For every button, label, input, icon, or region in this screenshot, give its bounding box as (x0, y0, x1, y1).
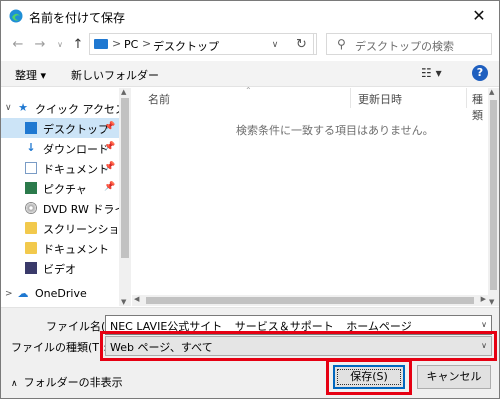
sidebar-scrollbar[interactable]: ▲ ▼ (119, 88, 131, 306)
column-divider[interactable] (350, 88, 351, 108)
sort-arrow-icon: ⌃ (245, 86, 252, 95)
edge-browser-icon (9, 9, 23, 23)
download-icon: ↓ (26, 141, 36, 154)
scroll-left-icon[interactable]: ◀ (134, 295, 139, 303)
cancel-button[interactable]: キャンセル (417, 365, 491, 389)
address-dropdown-icon[interactable]: ∨ (266, 36, 284, 54)
recent-locations-chevron-icon[interactable]: ∨ (51, 35, 69, 53)
expand-chevron-icon[interactable]: ∨ (5, 103, 12, 113)
sidebar-item-dvd-drive[interactable]: DVD RW ドライブ ( (1, 198, 119, 218)
scrollbar-thumb[interactable] (121, 98, 129, 258)
sidebar-item-onedrive[interactable]: > ☁ OneDrive (1, 284, 119, 304)
column-divider[interactable] (466, 88, 467, 108)
sidebar-item-label: ピクチャ (43, 183, 87, 196)
sidebar-item-label: ドキュメント (43, 163, 109, 176)
file-list: ⌃ 名前 更新日時 種類 検索条件に一致する項目はありません。 (132, 86, 488, 306)
pin-icon: 📌 (104, 182, 116, 192)
address-bar[interactable]: > PC > デスクトップ ∨ (89, 33, 317, 55)
sidebar-item-label: OneDrive (35, 287, 87, 300)
breadcrumb-separator: > (142, 37, 152, 50)
highlight-box-filetype (100, 331, 497, 361)
expand-chevron-icon[interactable]: > (5, 289, 13, 299)
sidebar-item-desktop[interactable]: デスクトップ 📌 (1, 118, 119, 138)
up-arrow-icon[interactable]: ↑ (69, 35, 87, 53)
command-bar: 整理 ▾ 新しいフォルダー ☷ ▾ ? (1, 61, 499, 87)
pc-icon (94, 39, 108, 49)
breadcrumb-pc[interactable]: PC (124, 38, 138, 51)
title-bar: 名前を付けて保存 ✕ (1, 1, 499, 31)
navigation-bar: ← → ∨ ↑ > PC > デスクトップ ∨ ↻ ⚲ デスクトップの検索 (1, 31, 499, 59)
sidebar-item-label: デスクトップ (43, 123, 109, 136)
pin-icon: 📌 (104, 162, 116, 172)
save-button[interactable]: 保存(S) (333, 365, 405, 389)
organize-menu[interactable]: 整理 ▾ (15, 67, 46, 83)
sidebar-item-label: ダウンロード (43, 143, 109, 156)
star-icon: ★ (18, 101, 28, 114)
view-options-icon[interactable]: ☷ ▾ (421, 66, 442, 80)
column-header-row: ⌃ 名前 更新日時 種類 (132, 86, 488, 122)
save-as-dialog: 名前を付けて保存 ✕ ← → ∨ ↑ > PC > デスクトップ ∨ ↻ ⚲ デ… (0, 0, 500, 399)
sidebar-item-label: ドキュメント (43, 243, 109, 256)
search-input[interactable]: ⚲ デスクトップの検索 (326, 33, 492, 55)
scroll-up-icon[interactable]: ▲ (489, 88, 494, 96)
empty-list-message: 検索条件に一致する項目はありません。 (236, 124, 434, 137)
hide-folders-toggle[interactable]: ∧ フォルダーの非表示 (11, 374, 123, 390)
scrollbar-thumb[interactable] (146, 297, 474, 304)
search-placeholder: デスクトップの検索 (355, 40, 454, 53)
scrollbar-thumb[interactable] (490, 100, 497, 290)
forward-arrow-icon[interactable]: → (31, 35, 49, 53)
sidebar-item-pictures[interactable]: ピクチャ 📌 (1, 178, 119, 198)
hide-folders-label: フォルダーの非表示 (23, 376, 123, 389)
breadcrumb-desktop[interactable]: デスクトップ (153, 38, 219, 54)
sidebar-item-videos[interactable]: ビデオ (1, 258, 119, 278)
save-form: ファイル名(N): NEC LAVIE公式サイト _ サービス＆サポート _ ホ… (1, 307, 499, 398)
scroll-down-icon[interactable]: ▼ (489, 298, 494, 306)
document-icon (25, 162, 37, 174)
cancel-button-label: キャンセル (426, 370, 482, 383)
sidebar-item-label: スクリーンショット (43, 223, 119, 236)
scroll-up-icon[interactable]: ▲ (121, 88, 126, 96)
scroll-right-icon[interactable]: ▶ (481, 295, 486, 303)
column-header-type[interactable]: 種類 (472, 91, 488, 123)
window-title: 名前を付けて保存 (29, 11, 126, 25)
close-button[interactable]: ✕ (459, 1, 499, 29)
breadcrumb-separator: > (112, 37, 122, 50)
scroll-down-icon[interactable]: ▼ (121, 298, 126, 306)
navigation-pane: ∨ ★ クイック アクセス デスクトップ 📌 ↓ ダウンロード 📌 ドキュメント… (1, 88, 119, 306)
help-icon[interactable]: ? (472, 65, 488, 81)
pin-icon: 📌 (104, 122, 116, 132)
pictures-icon (25, 182, 37, 194)
focus-outline (337, 369, 401, 385)
sidebar-item-documents-folder[interactable]: ドキュメント (1, 238, 119, 258)
column-header-name[interactable]: 名前 (148, 91, 170, 107)
search-icon: ⚲ (337, 37, 346, 51)
sidebar-item-label: クイック アクセス (35, 103, 119, 116)
back-arrow-icon[interactable]: ← (9, 35, 27, 53)
sidebar-item-quick-access[interactable]: ∨ ★ クイック アクセス (1, 98, 119, 118)
folder-icon (25, 242, 37, 254)
video-icon (25, 262, 37, 274)
file-list-vertical-scrollbar[interactable]: ▲ ▼ (488, 88, 499, 306)
filetype-label: ファイルの種類(T): (11, 341, 108, 354)
pin-icon: 📌 (104, 142, 116, 152)
chevron-up-icon: ∧ (11, 379, 18, 389)
sidebar-item-label: ビデオ (43, 263, 76, 276)
new-folder-button[interactable]: 新しいフォルダー (71, 67, 159, 83)
chevron-down-icon[interactable]: ∨ (481, 320, 487, 329)
file-list-horizontal-scrollbar[interactable]: ◀ ▶ (132, 295, 488, 306)
sidebar-item-label: DVD RW ドライブ ( (43, 203, 119, 216)
desktop-icon (25, 122, 37, 134)
sidebar-item-downloads[interactable]: ↓ ダウンロード 📌 (1, 138, 119, 158)
sidebar-item-screenshots[interactable]: スクリーンショット (1, 218, 119, 238)
refresh-button[interactable]: ↻ (290, 33, 314, 55)
column-header-modified[interactable]: 更新日時 (358, 91, 402, 107)
sidebar-item-documents[interactable]: ドキュメント 📌 (1, 158, 119, 178)
folder-icon (25, 222, 37, 234)
dvd-drive-icon (25, 202, 37, 214)
cloud-icon: ☁ (17, 287, 29, 300)
